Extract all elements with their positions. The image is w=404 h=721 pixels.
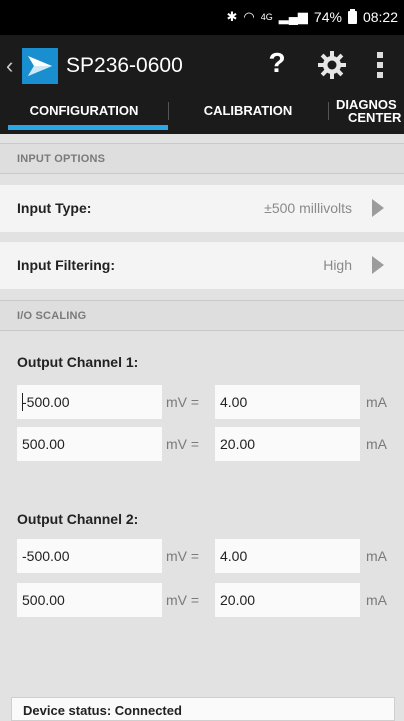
- channel-1-output-max-field[interactable]: 20.00: [215, 427, 360, 461]
- app-title: SP236-0600: [66, 54, 183, 77]
- signal-icon: ▂▄▆: [278, 9, 308, 24]
- mv-equals-label: mV =: [166, 394, 200, 410]
- settings-gear-icon[interactable]: [316, 49, 348, 81]
- chevron-right-icon: [372, 199, 384, 217]
- channel-2-input-max-field[interactable]: 500.00: [17, 583, 162, 617]
- active-tab-indicator: [8, 125, 168, 130]
- system-status-bar: ✱ ◠ 4G ▂▄▆ 74% 08:22: [0, 0, 404, 35]
- input-filtering-value: High: [323, 257, 352, 273]
- tab-calibration[interactable]: CALIBRATION: [168, 98, 328, 134]
- channel-1-input-min-field[interactable]: -500.00: [17, 385, 162, 419]
- section-header-io-scaling: I/O SCALING: [0, 300, 404, 331]
- mv-equals-label: mV =: [166, 592, 200, 608]
- tab-diagnostic-label-line2: CENTER: [348, 110, 402, 125]
- ma-unit-label: mA: [366, 548, 387, 564]
- input-type-label: Input Type:: [17, 200, 92, 216]
- chevron-right-icon: [372, 256, 384, 274]
- wifi-icon: ◠: [243, 9, 255, 24]
- app-bar: ‹ SP236-0600 ?: [0, 35, 404, 98]
- device-status-bar: Device status: Connected: [11, 697, 395, 721]
- mv-equals-label: mV =: [166, 548, 200, 564]
- text-cursor: [22, 393, 23, 411]
- channel-2-input-min-field[interactable]: -500.00: [17, 539, 162, 573]
- ma-unit-label: mA: [366, 436, 387, 452]
- section-header-input-options: INPUT OPTIONS: [0, 143, 404, 174]
- clock: 08:22: [362, 9, 398, 25]
- app-logo-icon[interactable]: [22, 48, 58, 84]
- help-button[interactable]: ?: [262, 47, 292, 83]
- channel-1-input-max-field[interactable]: 500.00: [17, 427, 162, 461]
- input-type-row[interactable]: Input Type: ±500 millivolts: [0, 185, 404, 232]
- battery-percent: 74%: [313, 9, 342, 25]
- overflow-menu-icon[interactable]: [372, 49, 388, 83]
- channel-1-output-min-field[interactable]: 4.00: [215, 385, 360, 419]
- output-channel-2-label: Output Channel 2:: [17, 511, 139, 527]
- input-type-value: ±500 millivolts: [264, 200, 352, 216]
- bluetooth-icon: ✱: [226, 9, 238, 24]
- tab-diagnostic-center[interactable]: DIAGNOS CENTER: [336, 98, 404, 134]
- mv-equals-label: mV =: [166, 436, 200, 452]
- channel-2-output-max-field[interactable]: 20.00: [215, 583, 360, 617]
- output-channel-1-label: Output Channel 1:: [17, 354, 139, 370]
- tab-bar: CONFIGURATION CALIBRATION DIAGNOS CENTER: [0, 98, 404, 134]
- back-chevron-icon[interactable]: ‹: [6, 53, 13, 79]
- network-type: 4G: [260, 12, 273, 22]
- ma-unit-label: mA: [366, 592, 387, 608]
- channel-2-output-min-field[interactable]: 4.00: [215, 539, 360, 573]
- ma-unit-label: mA: [366, 394, 387, 410]
- input-filtering-label: Input Filtering:: [17, 257, 115, 273]
- battery-icon: [347, 8, 357, 24]
- input-filtering-row[interactable]: Input Filtering: High: [0, 242, 404, 289]
- tab-divider: [328, 102, 329, 120]
